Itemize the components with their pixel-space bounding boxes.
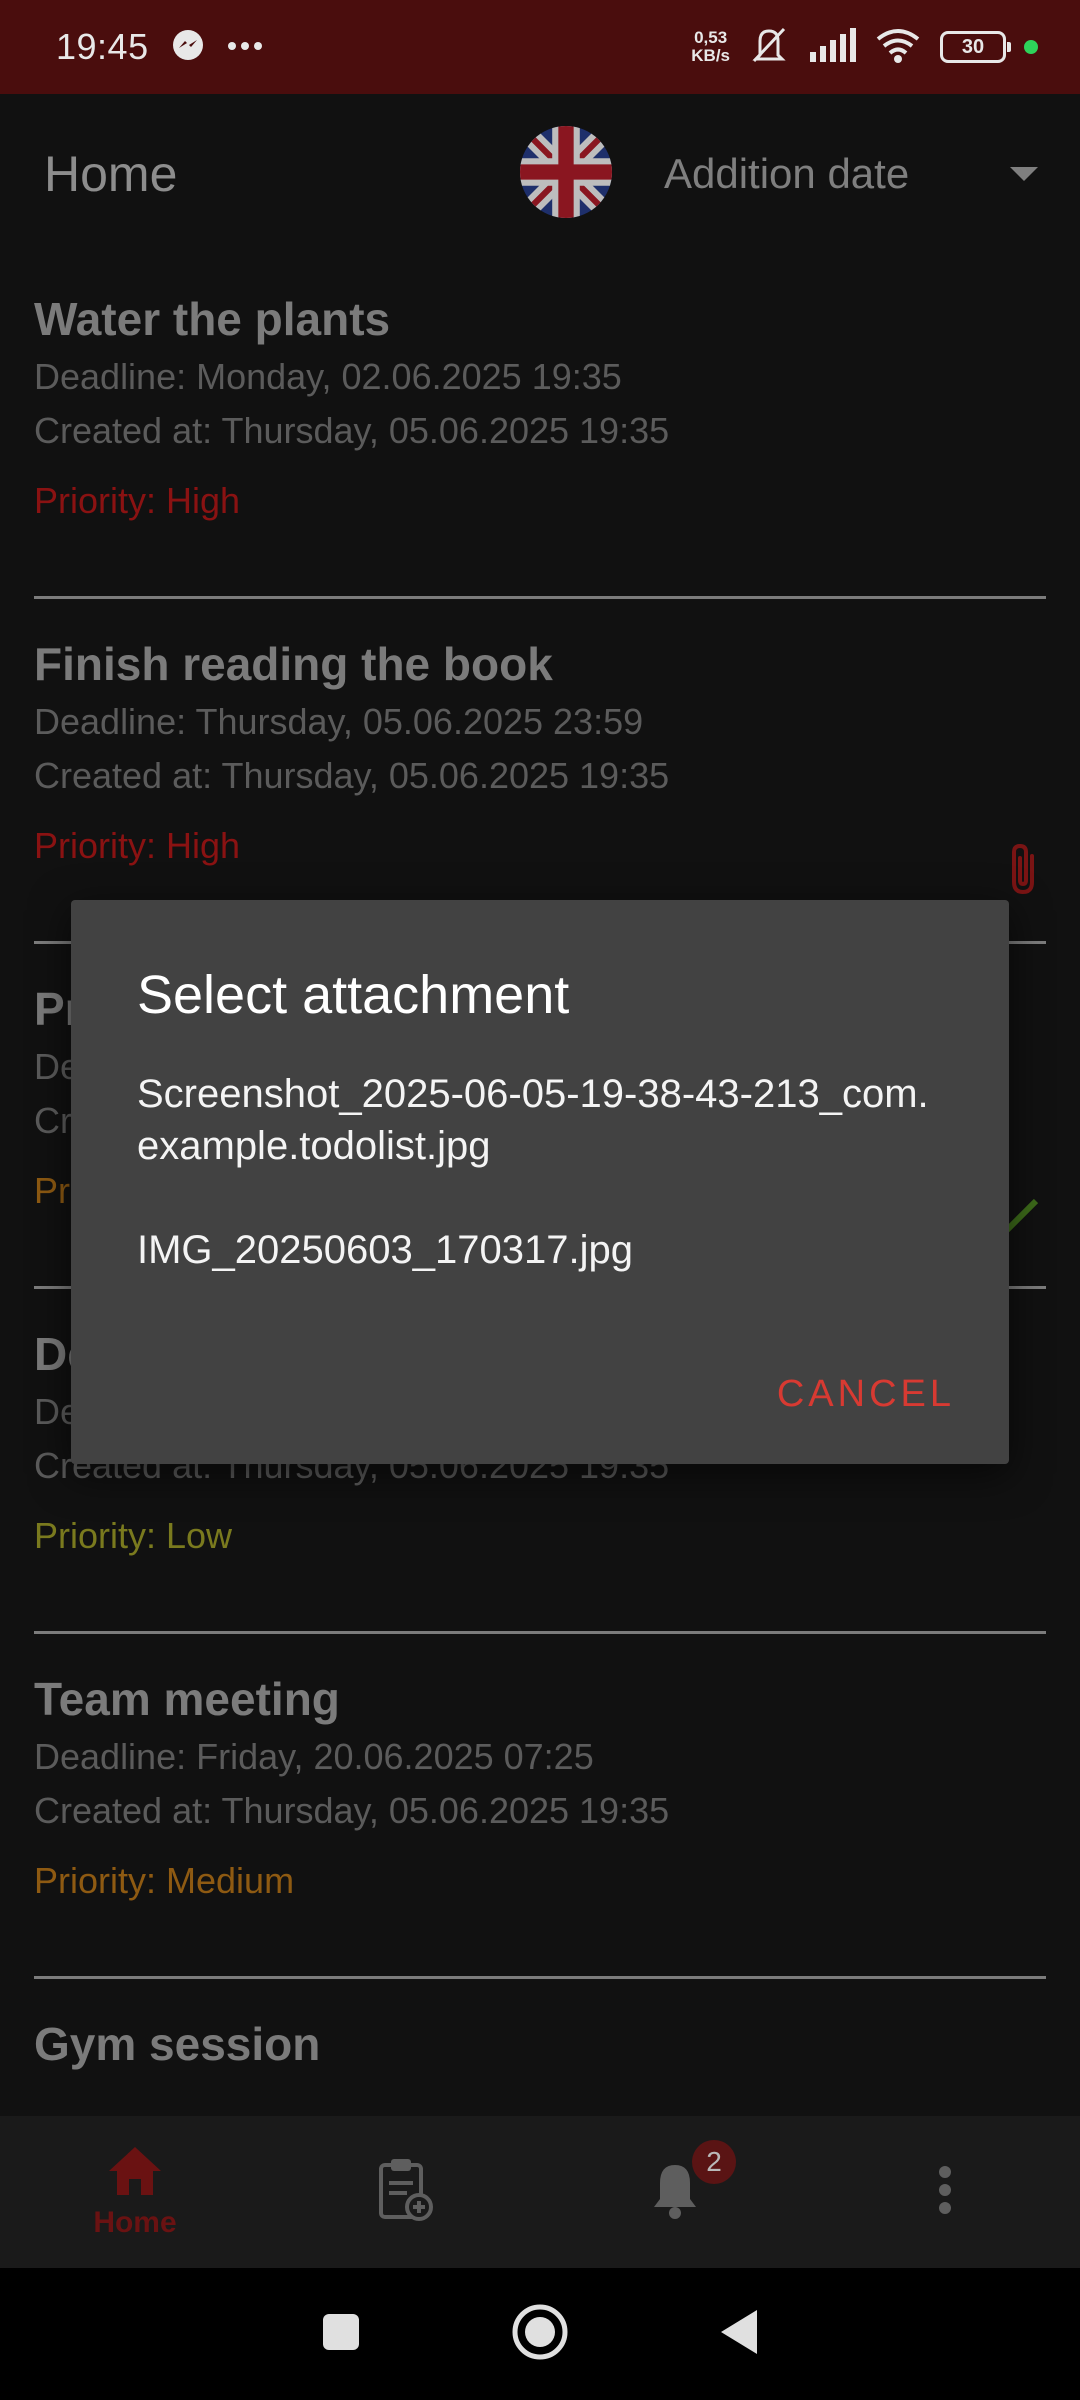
messenger-icon	[171, 28, 205, 67]
more-notifications-icon	[227, 38, 263, 56]
status-bar: 19:45 0,53 KB/s 30	[0, 0, 1080, 94]
select-attachment-dialog: Select attachment Screenshot_2025-06-05-…	[71, 900, 1009, 1464]
battery-indicator: 30	[940, 31, 1011, 63]
privacy-indicator-dot	[1024, 40, 1038, 54]
wifi-icon	[874, 27, 922, 68]
attachment-option[interactable]: IMG_20250603_170317.jpg	[137, 1224, 943, 1276]
cancel-button[interactable]: CANCEL	[777, 1373, 955, 1416]
status-time: 19:45	[56, 26, 149, 67]
network-speed: 0,53 KB/s	[691, 28, 730, 65]
mute-icon	[748, 25, 790, 70]
attachment-option[interactable]: Screenshot_2025-06-05-19-38-43-213_com.e…	[137, 1068, 943, 1172]
signal-icon	[808, 27, 856, 67]
dialog-title: Select attachment	[137, 965, 570, 1025]
